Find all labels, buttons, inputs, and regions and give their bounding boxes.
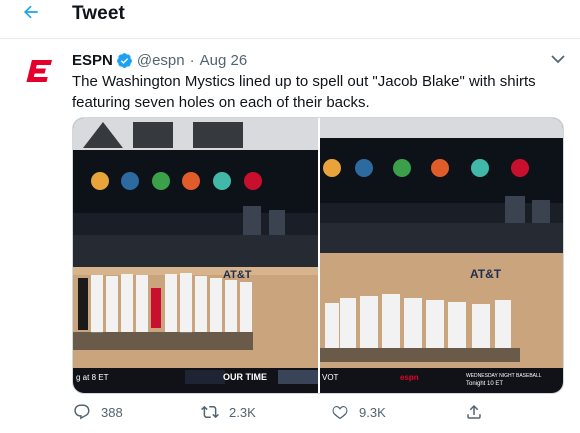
- court-sponsor-left: AT&T: [223, 269, 252, 281]
- like-button[interactable]: 9.3K: [330, 400, 386, 424]
- right-scoreboard-text: VOT: [322, 373, 339, 382]
- author-name[interactable]: ESPN: [72, 52, 113, 69]
- promo-line-2: Tonight 10 ET: [466, 381, 503, 387]
- left-scoreboard-text: g at 8 ET: [76, 373, 109, 382]
- page-title: Tweet: [72, 3, 125, 24]
- author-row: ESPN @espn · Aug 26: [72, 50, 247, 70]
- author-handle[interactable]: @espn: [137, 52, 185, 69]
- reply-icon: [72, 402, 92, 422]
- right-network-text: espn: [400, 373, 419, 382]
- header-divider: [0, 38, 580, 39]
- reply-button[interactable]: 388: [72, 400, 123, 424]
- players-group-right: [320, 294, 520, 362]
- espn-logo-icon: [24, 56, 54, 91]
- retweet-icon: [200, 402, 220, 422]
- avatar[interactable]: [22, 56, 56, 90]
- top-bar: Tweet: [0, 0, 580, 31]
- media-photo-right[interactable]: AT&T VOT espn WEDNESDAY NIGHT BASEBALL T…: [320, 118, 563, 393]
- tweet-media[interactable]: AT&T g at 8 ET OUR TIME AT&T VOT espn WE…: [72, 117, 564, 394]
- media-photo-left[interactable]: AT&T g at 8 ET OUR TIME: [73, 118, 318, 393]
- tweet-actions: 388 2.3K 9.3K: [72, 400, 572, 424]
- left-banner-text: OUR TIME: [223, 372, 267, 382]
- tweet-text: The Washington Mystics lined up to spell…: [72, 73, 536, 111]
- tweet-date[interactable]: Aug 26: [200, 52, 248, 69]
- verified-badge-icon: [116, 52, 133, 69]
- share-icon: [464, 402, 484, 422]
- like-count: 9.3K: [359, 404, 386, 420]
- arrow-left-icon: [21, 2, 41, 27]
- heart-icon: [330, 402, 350, 422]
- retweet-button[interactable]: 2.3K: [200, 400, 256, 424]
- court-sponsor-right: AT&T: [470, 267, 502, 281]
- back-button[interactable]: [20, 3, 42, 25]
- retweet-count: 2.3K: [229, 404, 256, 420]
- share-button[interactable]: [464, 400, 484, 424]
- promo-line-1: WEDNESDAY NIGHT BASEBALL: [466, 373, 542, 379]
- reply-count: 388: [101, 404, 123, 420]
- separator-dot: ·: [189, 51, 195, 69]
- more-options-button[interactable]: [550, 53, 566, 67]
- chevron-down-icon: [551, 51, 565, 69]
